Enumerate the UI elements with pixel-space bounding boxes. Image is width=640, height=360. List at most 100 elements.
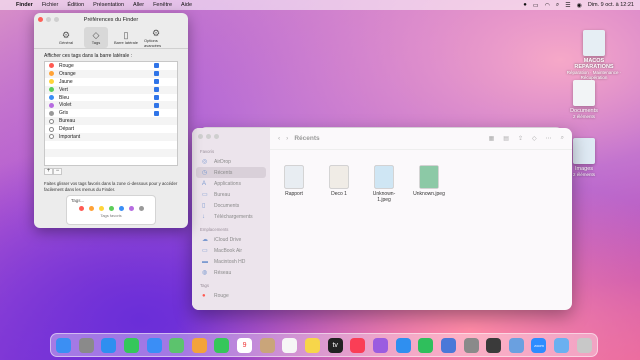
- calendar-icon[interactable]: 9: [237, 337, 253, 353]
- group-icon[interactable]: ▤: [503, 135, 509, 142]
- sidebar-item[interactable]: ◍ Réseau: [192, 267, 270, 278]
- add-tag-button[interactable]: +: [44, 168, 53, 175]
- minimize-button[interactable]: [46, 17, 51, 22]
- sidebar-item[interactable]: ☁ iCloud Drive: [192, 234, 270, 245]
- forward-icon[interactable]: ›: [286, 135, 288, 142]
- sidebar-item[interactable]: ◎ AirDrop: [192, 156, 270, 167]
- zoom-button[interactable]: [214, 134, 219, 139]
- favorite-tag-dot[interactable]: [78, 206, 84, 211]
- launchpad-icon[interactable]: [78, 337, 94, 353]
- mail-icon[interactable]: [146, 337, 162, 353]
- quicktime-icon[interactable]: [486, 337, 502, 353]
- favorite-tag-dot[interactable]: [118, 206, 124, 211]
- favorite-tag-dot[interactable]: [138, 206, 144, 211]
- tag-row[interactable]: Bleu: [45, 94, 177, 102]
- view-grid-icon[interactable]: ▦: [489, 135, 495, 142]
- photos-icon[interactable]: [191, 337, 207, 353]
- tag-visible-checkbox[interactable]: [154, 110, 159, 116]
- tag-visible-checkbox[interactable]: [154, 95, 159, 100]
- tag-visible-checkbox[interactable]: [154, 79, 159, 85]
- tag-row[interactable]: Jaune: [45, 78, 177, 86]
- podcasts-icon[interactable]: [372, 337, 388, 353]
- file-item[interactable]: Unknown.jpeg: [413, 166, 445, 203]
- appstore-icon[interactable]: [395, 337, 411, 353]
- close-button[interactable]: [198, 134, 203, 139]
- back-icon[interactable]: ‹: [278, 135, 280, 142]
- control-center-icon[interactable]: ☰: [565, 2, 570, 9]
- sidebar-item[interactable]: ▬ Macintosh HD: [192, 256, 270, 267]
- file-item[interactable]: Rapport: [278, 166, 310, 203]
- menu-aide[interactable]: Aide: [181, 2, 192, 8]
- menu-aller[interactable]: Aller: [133, 2, 144, 8]
- menu-clock[interactable]: Dim. 9 oct. à 12:21: [588, 2, 634, 8]
- numbers-icon[interactable]: [418, 337, 434, 353]
- minimize-button[interactable]: [206, 134, 211, 139]
- wifi-icon[interactable]: ◠: [545, 2, 550, 9]
- tag-row[interactable]: Violet: [45, 101, 177, 110]
- more-icon[interactable]: ⋯: [546, 135, 552, 142]
- tag-icon[interactable]: ◇: [532, 135, 537, 142]
- zoom-button[interactable]: [54, 17, 59, 22]
- search-icon[interactable]: ⌕: [556, 2, 559, 9]
- finder-icon[interactable]: [56, 337, 71, 353]
- safari-icon[interactable]: [101, 337, 117, 353]
- tv-icon[interactable]: tv: [327, 337, 343, 353]
- close-button[interactable]: [38, 17, 43, 22]
- maps-icon[interactable]: [169, 337, 185, 353]
- share-icon[interactable]: ⇪: [518, 135, 523, 142]
- messages-icon[interactable]: [123, 337, 139, 353]
- tab-tags[interactable]: ◇ Tags: [84, 27, 108, 48]
- search-icon[interactable]: ⌕: [561, 135, 564, 142]
- contacts-icon[interactable]: [259, 337, 275, 353]
- folder-icon[interactable]: [554, 337, 570, 353]
- tab-options-avancees[interactable]: ⚙ Options avancées: [144, 27, 168, 48]
- file-item[interactable]: Unknown-1.jpeg: [368, 166, 400, 203]
- menu-fichier[interactable]: Fichier: [42, 2, 59, 8]
- menu-app-finder[interactable]: Finder: [16, 2, 33, 8]
- sidebar-item[interactable]: ● Rouge: [192, 290, 270, 301]
- tag-visible-checkbox[interactable]: [154, 71, 159, 77]
- sidebar-item[interactable]: ▭ MacBook Air: [192, 245, 270, 256]
- menu-presentation[interactable]: Présentation: [93, 2, 124, 8]
- menu-fenetre[interactable]: Fenêtre: [153, 2, 172, 8]
- sidebar-item[interactable]: ▯ Documents: [192, 200, 270, 211]
- tab-general[interactable]: ⚙ Général: [54, 27, 78, 48]
- sidebar-item[interactable]: ▭ Bureau: [192, 189, 270, 200]
- sidebar-item[interactable]: A Applications: [192, 178, 270, 189]
- desktop-item-macos-reparations[interactable]: MACOS REPARATIONS Réparation · Maintenan…: [566, 30, 622, 80]
- remove-tag-button[interactable]: −: [53, 168, 62, 175]
- zoom-icon[interactable]: zoom: [531, 337, 547, 353]
- tag-row[interactable]: Bureau: [45, 117, 177, 126]
- favorite-tag-dot[interactable]: [88, 206, 94, 211]
- tag-visible-checkbox[interactable]: [154, 102, 159, 108]
- facetime-icon[interactable]: [214, 337, 230, 353]
- menu-edition[interactable]: Édition: [67, 2, 84, 8]
- favorite-tags-box[interactable]: Tags... Tags favoris: [67, 196, 155, 224]
- keynote-icon[interactable]: [440, 337, 456, 353]
- tag-row[interactable]: Départ: [45, 125, 177, 133]
- tag-row[interactable]: Rouge: [45, 62, 177, 70]
- tag-visible-checkbox[interactable]: [154, 87, 159, 93]
- trash-icon[interactable]: [576, 337, 592, 353]
- file-item[interactable]: Deco 1: [323, 166, 355, 203]
- favorite-tag-dot[interactable]: [98, 206, 104, 211]
- notes-icon[interactable]: [305, 337, 321, 353]
- music-icon[interactable]: [350, 337, 366, 353]
- sidebar-item[interactable]: ◷ Récents: [196, 167, 266, 178]
- preview-icon[interactable]: [508, 337, 524, 353]
- favorite-tag-dot[interactable]: [128, 206, 134, 211]
- tag-row[interactable]: Orange: [45, 69, 177, 78]
- record-icon[interactable]: ●: [523, 2, 527, 8]
- reminders-icon[interactable]: [282, 337, 298, 353]
- tag-visible-checkbox[interactable]: [154, 63, 159, 69]
- tag-row[interactable]: Gris: [45, 109, 177, 117]
- siri-icon[interactable]: ◉: [577, 2, 582, 9]
- battery-icon[interactable]: ▭: [533, 2, 539, 9]
- desktop-item-documents[interactable]: Documents 2 éléments: [556, 80, 612, 119]
- settings-icon[interactable]: [463, 337, 479, 353]
- tag-row[interactable]: Important: [45, 133, 177, 141]
- tag-row[interactable]: Vert: [45, 85, 177, 94]
- favorite-tag-dot[interactable]: [108, 206, 114, 211]
- sidebar-item[interactable]: ↓ Téléchargements: [192, 211, 270, 222]
- tab-barre-laterale[interactable]: ▯ Barre latérale: [114, 27, 138, 48]
